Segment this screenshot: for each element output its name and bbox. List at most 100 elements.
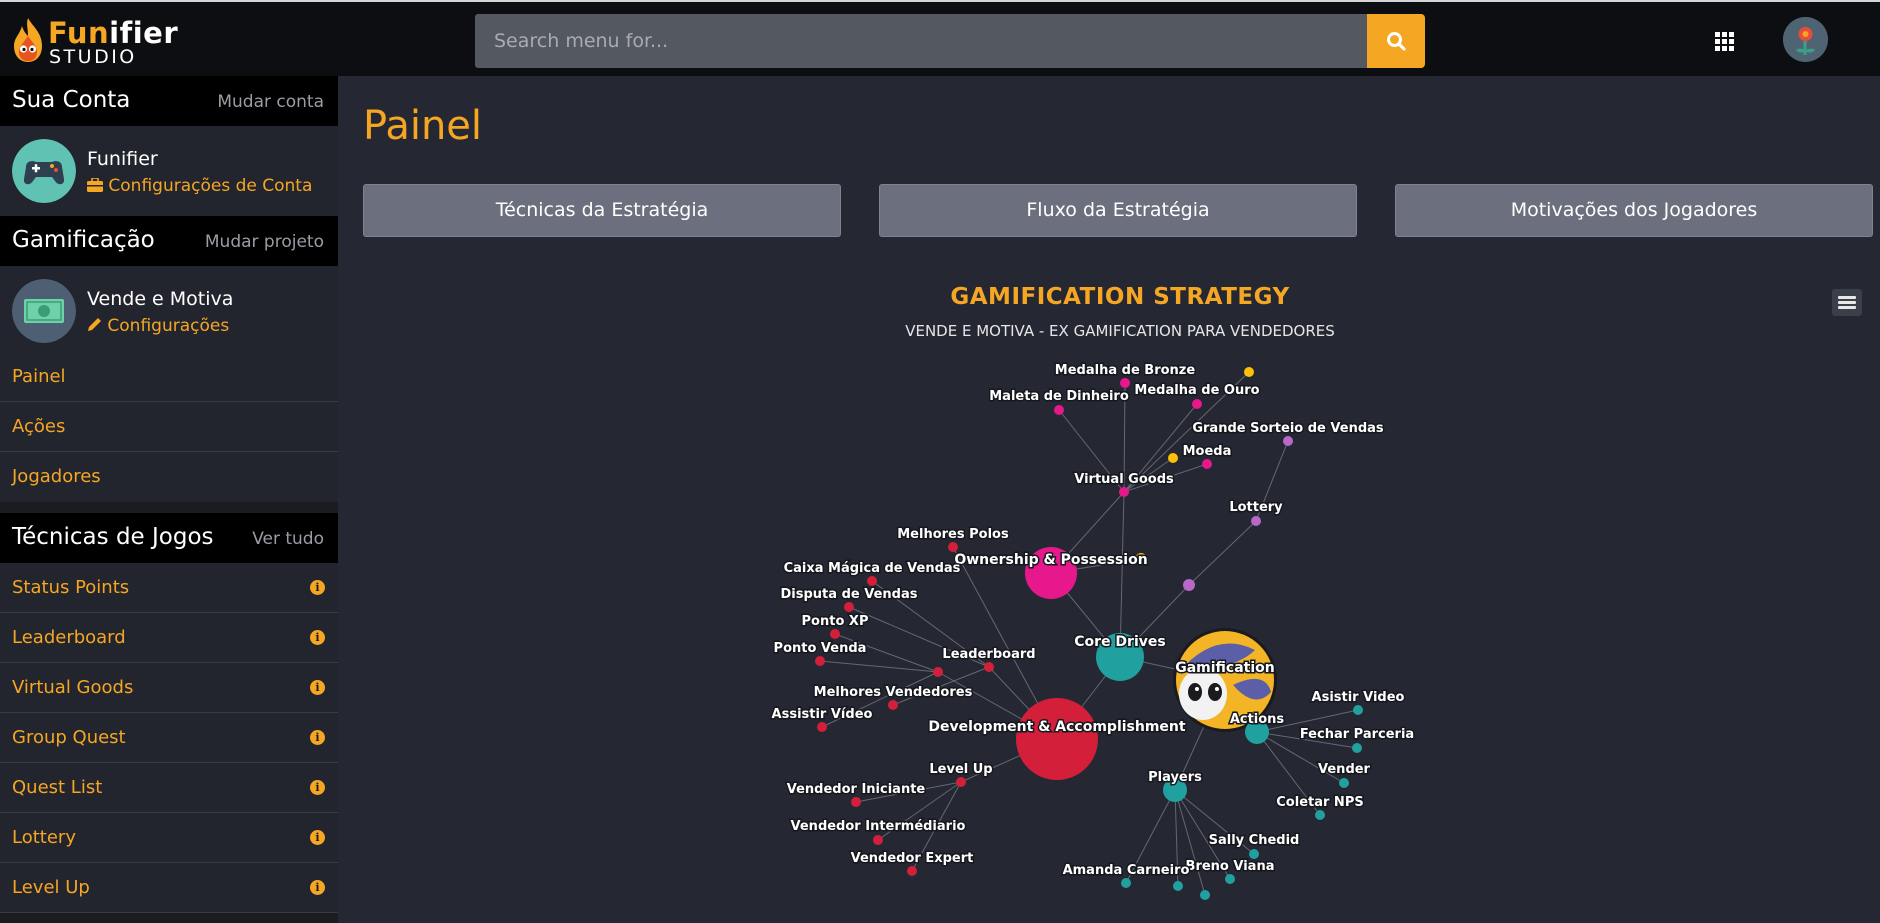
info-icon[interactable]: i (310, 780, 325, 795)
graph-node-virtual-goods[interactable] (1119, 487, 1129, 497)
user-avatar-icon[interactable] (1783, 17, 1828, 62)
briefcase-icon (87, 177, 103, 192)
graph-node-melhores-polos[interactable] (948, 542, 958, 552)
graph-node-label: Asistir Video (1312, 690, 1405, 705)
graph-node-vend-inter[interactable] (873, 835, 883, 845)
graph-node-melhores-vend[interactable] (888, 700, 898, 710)
technique-label: Group Quest (12, 727, 126, 748)
technique-leaderboard[interactable]: Leaderboard i (0, 613, 338, 663)
graph-node-lottery[interactable] (1251, 516, 1261, 526)
project-settings-link[interactable]: Configurações (87, 316, 229, 336)
graph-node-label: Caixa Mágica de Vendas (784, 561, 961, 576)
graph-node-label: Vendedor Intermédiario (791, 819, 966, 834)
graph-node-label: Disputa de Vendas (781, 587, 918, 602)
graph-node-label: Breno Viana (1186, 859, 1275, 874)
graph-node-disputa[interactable] (844, 602, 854, 612)
info-icon[interactable]: i (310, 730, 325, 745)
account-settings-link[interactable]: Configurações de Conta (87, 176, 312, 196)
graph-node-label: Moeda (1183, 444, 1232, 459)
sidebar-item-jogadores[interactable]: Jogadores (0, 452, 338, 502)
graph-node-moeda[interactable] (1202, 459, 1212, 469)
money-icon (12, 279, 76, 343)
graph-node-label: Ownership & Possession (954, 552, 1147, 568)
change-account-link[interactable]: Mudar conta (217, 92, 324, 112)
sidebar-item-acoes[interactable]: Ações (0, 402, 338, 452)
technique-quest-list[interactable]: Quest List i (0, 763, 338, 813)
graph-node-breno[interactable] (1225, 874, 1235, 884)
graph-node-vender[interactable] (1339, 778, 1349, 788)
graph-node-player-a[interactable] (1173, 881, 1183, 891)
techniques-header: Técnicas de Jogos Ver tudo (0, 513, 338, 563)
info-icon[interactable]: i (310, 630, 325, 645)
info-icon[interactable]: i (310, 830, 325, 845)
graph-node-asistir-video[interactable] (1353, 705, 1363, 715)
chart-title: GAMIFICATION STRATEGY (950, 284, 1290, 310)
graph-node-label: Vendedor Expert (851, 851, 974, 866)
search-button[interactable] (1367, 14, 1425, 68)
pencil-icon (88, 318, 101, 331)
technique-status-points[interactable]: Status Points i (0, 563, 338, 613)
graph-node-ponto-xp[interactable] (830, 629, 840, 639)
graph-node-label: Vendedor Iniciante (787, 782, 926, 797)
top-navbar: Funifier STUDIO (0, 0, 1880, 76)
graph-node-coletar-nps[interactable] (1315, 810, 1325, 820)
graph-node-vend-expert[interactable] (907, 866, 917, 876)
see-all-link[interactable]: Ver tudo (252, 529, 324, 549)
technique-lottery[interactable]: Lottery i (0, 813, 338, 863)
account-header: Sua Conta Mudar conta (0, 76, 338, 126)
project-settings-label: Configurações (107, 316, 230, 336)
graph-node-leaderboard[interactable] (984, 662, 994, 672)
flame-logo-icon (14, 18, 42, 62)
graph-node-label: Vender (1318, 762, 1371, 777)
project-name: Vende e Motiva (87, 288, 234, 310)
account-title: Sua Conta (12, 87, 131, 113)
graph-node-fechar-parceria[interactable] (1352, 743, 1362, 753)
graph-node-assistir-dev[interactable] (817, 722, 827, 732)
graph-node-label: Level Up (929, 762, 992, 777)
graph-node-status-pts[interactable] (933, 667, 943, 677)
tab-tecnicas-estrategia[interactable]: Técnicas da Estratégia (363, 184, 841, 237)
technique-label: Lottery (12, 827, 76, 848)
graph-node-medalha-gold[interactable] (1244, 367, 1254, 377)
sidebar-item-painel[interactable]: Painel (0, 352, 338, 402)
page-title: Painel (363, 103, 483, 149)
graph-node-player-b[interactable] (1200, 890, 1210, 900)
graph-node-sally[interactable] (1249, 849, 1259, 859)
account-name: Funifier (87, 148, 158, 170)
graph-node-label: Actions (1230, 712, 1285, 727)
graph-node-level-up[interactable] (956, 777, 966, 787)
technique-level-up[interactable]: Level Up i (0, 863, 338, 913)
sidebar-item-label: Ações (12, 416, 66, 437)
graph-node-ponto-venda[interactable] (815, 656, 825, 666)
technique-group-quest[interactable]: Group Quest i (0, 713, 338, 763)
graph-node-grande-sorteio[interactable] (1283, 436, 1293, 446)
gamification-header: Gamificação Mudar projeto (0, 216, 338, 266)
graph-node-caixa-magica[interactable] (867, 576, 877, 586)
graph-node-label: Sally Chedid (1209, 833, 1300, 848)
graph-node-vend-iniciante[interactable] (851, 797, 861, 807)
info-icon[interactable]: i (310, 680, 325, 695)
info-icon[interactable]: i (310, 880, 325, 895)
strategy-network-graph[interactable]: Gamification Core Drives Actions Players Dev… (338, 340, 1438, 923)
technique-virtual-goods[interactable]: Virtual Goods i (0, 663, 338, 713)
graph-node-maleta[interactable] (1054, 405, 1064, 415)
search-input[interactable] (475, 14, 1367, 68)
info-icon[interactable]: i (310, 580, 325, 595)
flower-icon (1783, 17, 1828, 62)
graph-node-medalha-bronze[interactable] (1120, 378, 1130, 388)
tab-motivacoes-jogadores[interactable]: Motivações dos Jogadores (1395, 184, 1873, 237)
graph-node-amanda[interactable] (1121, 878, 1131, 888)
grid-apps-icon[interactable] (1715, 32, 1734, 51)
graph-node-label: Melhores Polos (897, 527, 1009, 542)
graph-node-dev-acc[interactable] (1016, 698, 1098, 780)
chart-menu-button[interactable] (1832, 289, 1862, 316)
graph-node-label: Grande Sorteio de Vendas (1192, 421, 1384, 436)
graph-node-moeda-gold[interactable] (1168, 453, 1178, 463)
tab-fluxo-estrategia[interactable]: Fluxo da Estratégia (879, 184, 1357, 237)
graph-nodes: Gamification Core Drives Actions Players Dev… (770, 362, 1416, 900)
change-project-link[interactable]: Mudar projeto (205, 232, 324, 252)
graph-node-medalha-ouro[interactable] (1192, 399, 1202, 409)
logo-text-studio: STUDIO (49, 46, 137, 68)
graph-node-unpred-dot[interactable] (1183, 579, 1195, 591)
sidebar-item-label: Painel (12, 366, 66, 387)
